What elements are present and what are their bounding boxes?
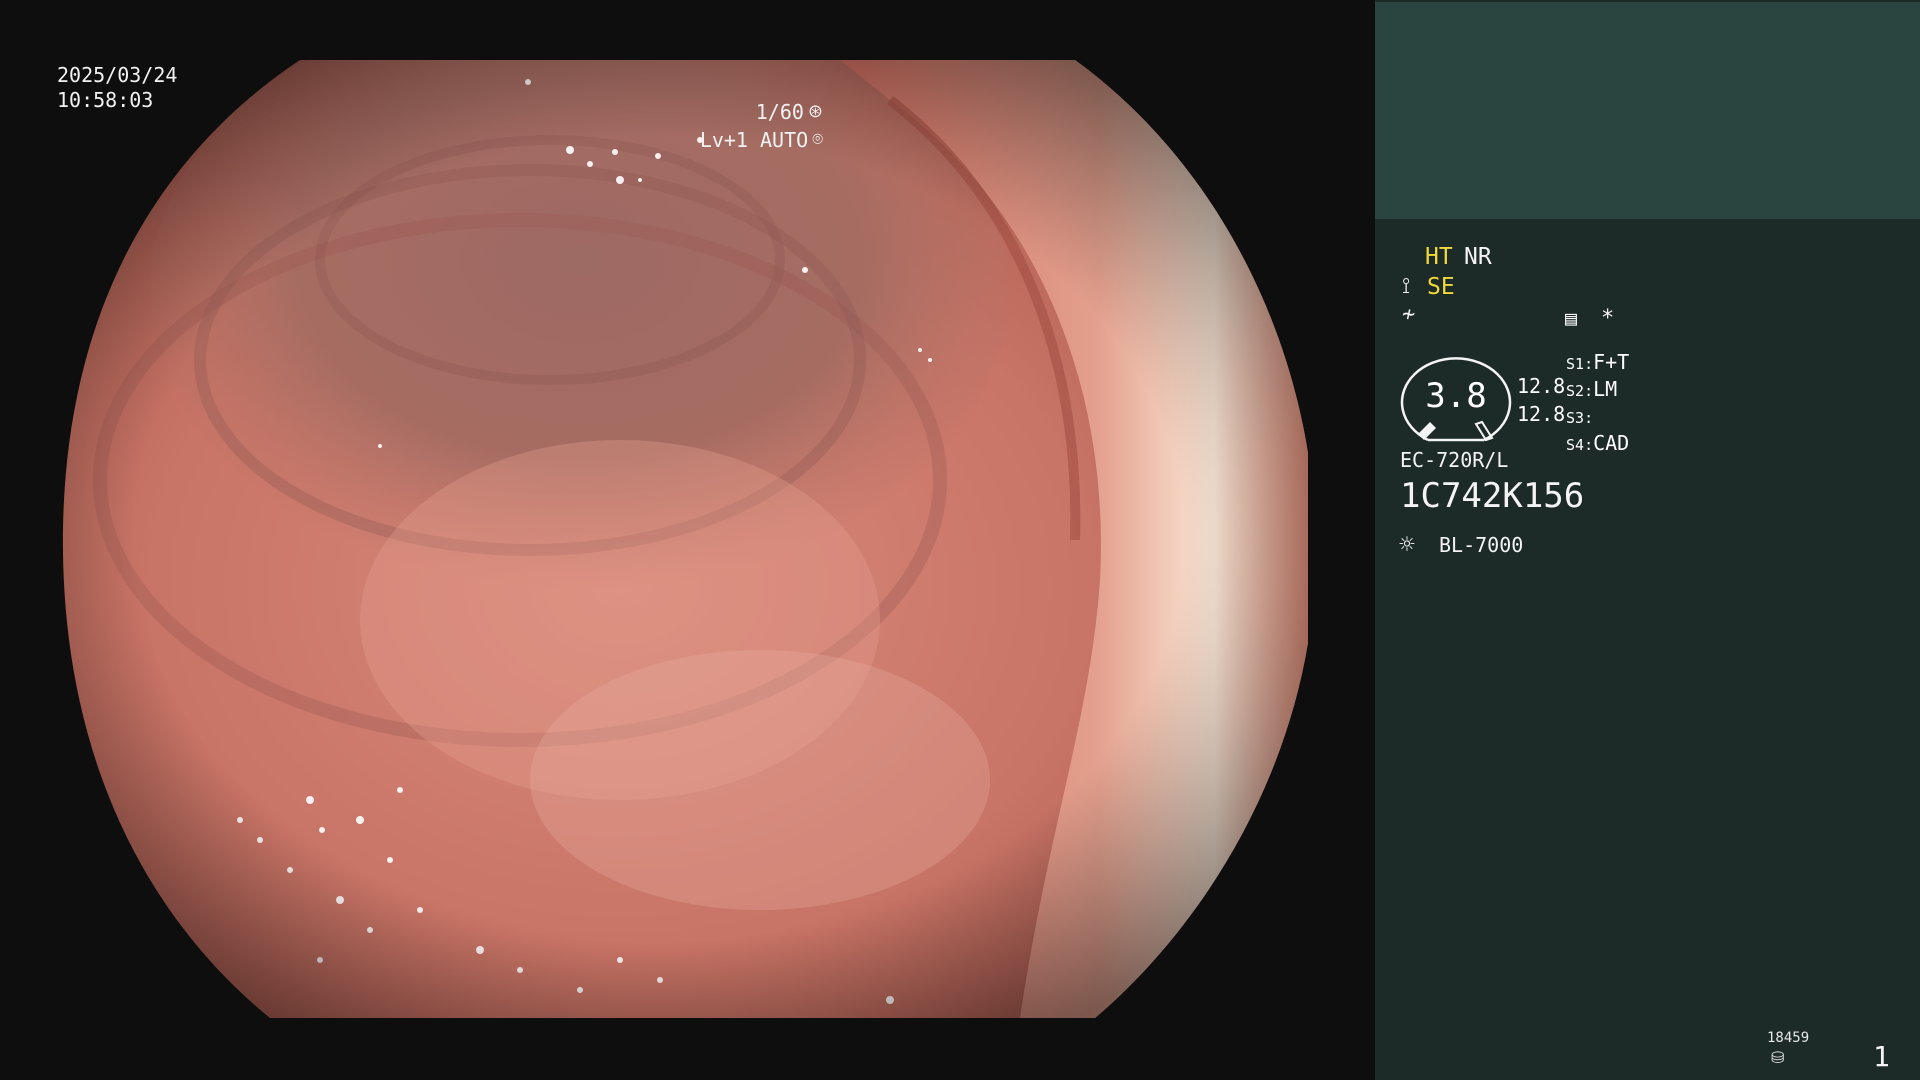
switch-label: S3 bbox=[1566, 409, 1585, 427]
endoscope-video-area: 2025/03/24 10:58:03 1/60 ⊛ Lv+1 AUTO ⌾ bbox=[0, 0, 1375, 1080]
switch-row: S3: bbox=[1566, 409, 1594, 427]
switch-label: S1 bbox=[1566, 355, 1585, 373]
endoscopy-screen: 2025/03/24 10:58:03 1/60 ⊛ Lv+1 AUTO ⌾ H… bbox=[0, 0, 1920, 1080]
iris-icon: ⌾ bbox=[812, 129, 823, 150]
scale-top-value: 12.8 bbox=[1517, 374, 1566, 398]
image-counter: 18459 bbox=[1767, 1030, 1810, 1046]
sun-icon: ☼ bbox=[1399, 530, 1415, 560]
switch-label: S2 bbox=[1566, 382, 1585, 400]
memo-icon: ▤ bbox=[1565, 306, 1578, 330]
scope-serial: 1C742K156 bbox=[1400, 476, 1585, 516]
disk-icon: ⛁ bbox=[1771, 1048, 1785, 1067]
se-indicator: SE bbox=[1427, 274, 1455, 300]
scale-values: 12.8 12.8 bbox=[1517, 372, 1565, 428]
date-time-display: 2025/03/24 10:58:03 bbox=[57, 63, 177, 113]
switch-value: F+T bbox=[1593, 350, 1630, 374]
switch-label: S4 bbox=[1566, 436, 1585, 454]
page-number: 1 bbox=[1873, 1040, 1890, 1073]
magnification-gauge: 3.8 bbox=[1400, 352, 1512, 442]
magnify-hand-icon: ⟟ bbox=[1402, 274, 1411, 299]
switch-row: S1:F+T bbox=[1566, 350, 1630, 374]
structure-enhance-icon: ≁ bbox=[1402, 302, 1416, 327]
scope-model: EC-720R/L bbox=[1400, 448, 1509, 472]
switch-value: CAD bbox=[1593, 431, 1630, 455]
endoscopic-image bbox=[60, 60, 1308, 1018]
switch-row: S2:LM bbox=[1566, 377, 1618, 401]
switch-row: S4:CAD bbox=[1566, 431, 1630, 455]
nr-indicator: NR bbox=[1464, 244, 1492, 270]
date-text: 2025/03/24 bbox=[57, 63, 178, 87]
star-indicator: * bbox=[1601, 306, 1615, 331]
aperture-icon: ⊛ bbox=[807, 101, 823, 122]
scale-bottom-value: 12.8 bbox=[1517, 402, 1566, 426]
switch-value: LM bbox=[1593, 377, 1618, 401]
shutter-text: 1/60 bbox=[755, 100, 804, 124]
exposure-info: 1/60 ⊛ Lv+1 AUTO ⌾ bbox=[700, 98, 823, 154]
level-text: Lv+1 AUTO bbox=[699, 128, 809, 152]
gauge-value: 3.8 bbox=[1425, 376, 1487, 416]
ht-indicator: HT bbox=[1425, 244, 1453, 270]
time-text: 10:58:03 bbox=[57, 88, 154, 112]
panel-header-area bbox=[1375, 0, 1920, 219]
info-panel: HT NR ⟟ SE ≁ ▤ * 3.8 12.8 12.8 S1:F+T S2… bbox=[1375, 0, 1920, 1080]
light-source: BL-7000 bbox=[1439, 533, 1524, 557]
switch-assignments: S1:F+T S2:LM S3: S4:CAD bbox=[1566, 350, 1629, 458]
